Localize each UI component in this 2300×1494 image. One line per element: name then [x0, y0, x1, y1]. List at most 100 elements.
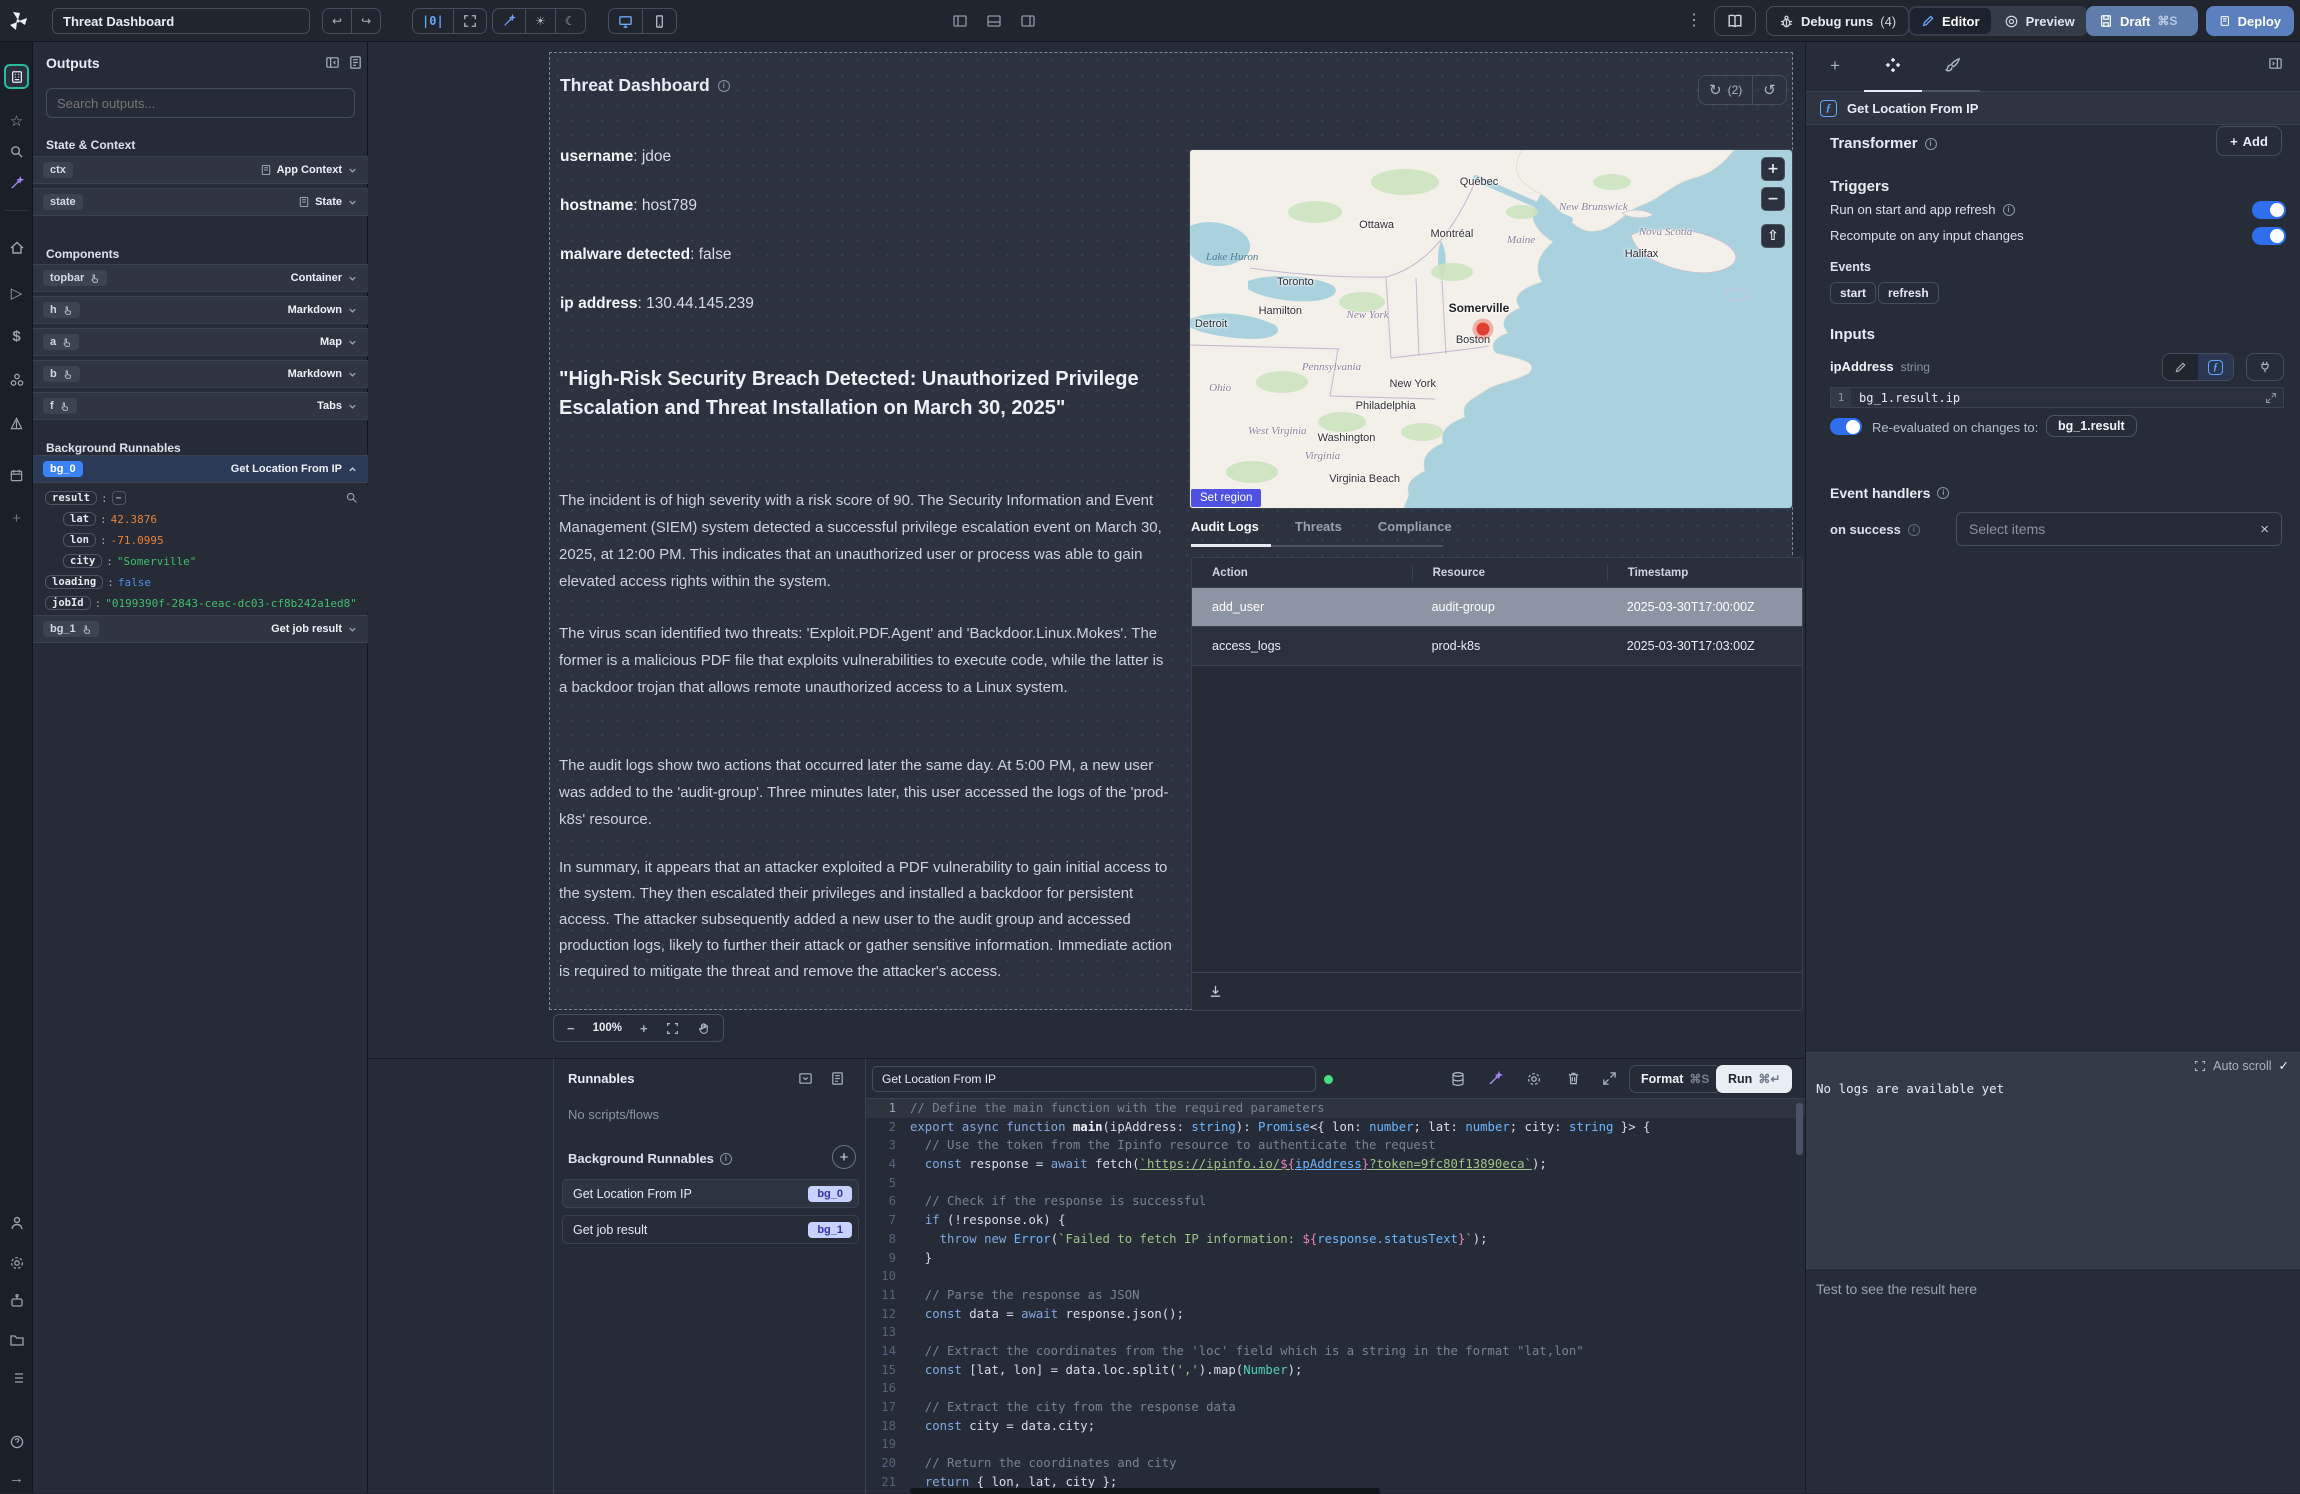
collapse-json-icon[interactable]: −: [112, 491, 126, 505]
search-outputs-input[interactable]: [46, 88, 355, 118]
diff-icon[interactable]: [0, 416, 33, 431]
expand-editor-icon[interactable]: [1602, 1071, 1617, 1086]
code-line[interactable]: 11 // Parse the response as JSON: [866, 1286, 1805, 1305]
favorites-icon[interactable]: ☆: [0, 112, 33, 130]
tab-audit-logs[interactable]: Audit Logs: [1191, 519, 1259, 534]
code-line[interactable]: 12 const data = await response.json();: [866, 1305, 1805, 1324]
dark-theme-icon[interactable]: ☾: [555, 9, 585, 33]
undo-icon[interactable]: ↩: [323, 9, 351, 33]
map-zoom-in-button[interactable]: +: [1761, 157, 1785, 181]
docs-button[interactable]: [1714, 6, 1756, 36]
event-start-chip[interactable]: start: [1830, 282, 1876, 304]
set-region-button[interactable]: Set region: [1191, 489, 1261, 507]
code-line[interactable]: 20 // Return the coordinates and city: [866, 1454, 1805, 1473]
schedules-icon[interactable]: [0, 468, 33, 483]
map-zoom-out-button[interactable]: −: [1761, 187, 1785, 211]
connect-input-icon[interactable]: [2246, 353, 2284, 381]
auto-scroll-checkbox[interactable]: ✓: [2279, 1058, 2289, 1073]
component-row-a[interactable]: a Map: [33, 328, 368, 356]
bg1-row[interactable]: bg_1 Get job result: [33, 615, 368, 643]
ai-wand-icon[interactable]: [0, 176, 33, 191]
deploy-button[interactable]: Deploy: [2206, 6, 2294, 36]
code-line[interactable]: 1// Define the main function with the re…: [866, 1099, 1805, 1118]
script-name-input[interactable]: [872, 1066, 1316, 1092]
more-menu-icon[interactable]: ⋮: [1686, 10, 1702, 30]
draft-button[interactable]: Draft ⌘S: [2086, 6, 2198, 36]
app-builder-rail-item[interactable]: [4, 64, 29, 89]
component-settings-tab[interactable]: [1884, 56, 1902, 74]
output-row-ctx[interactable]: ctx App Context: [33, 156, 368, 184]
column-resource[interactable]: Resource: [1412, 565, 1607, 581]
run-button[interactable]: Run⌘↵: [1716, 1065, 1792, 1093]
table-row[interactable]: add_user audit-group 2025-03-30T17:00:00…: [1192, 588, 1802, 627]
json-key-result[interactable]: result: [45, 491, 97, 505]
app-canvas[interactable]: Threat Dashboardi ↻(2) ↺ username: jdoe …: [549, 52, 1793, 1010]
code-line[interactable]: 9 }: [866, 1249, 1805, 1268]
collapse-runnables-icon[interactable]: [798, 1071, 813, 1086]
help-icon[interactable]: [0, 1434, 33, 1450]
code-line[interactable]: 3 // Use the token from the Ipinfo resou…: [866, 1136, 1805, 1155]
home-icon[interactable]: [0, 240, 33, 256]
light-theme-icon[interactable]: ☀: [525, 9, 555, 33]
debug-runs-button[interactable]: Debug runs (4): [1766, 6, 1909, 36]
app-title-input[interactable]: [52, 8, 310, 34]
code-line[interactable]: 5: [866, 1174, 1805, 1193]
code-line[interactable]: 16: [866, 1379, 1805, 1398]
code-line[interactable]: 18 const city = data.city;: [866, 1417, 1805, 1436]
audit-list-icon[interactable]: [0, 1370, 33, 1386]
runnable-item[interactable]: Get Location From IP bg_0: [562, 1179, 859, 1208]
database-icon[interactable]: [1450, 1071, 1466, 1087]
table-row[interactable]: access_logs prod-k8s 2025-03-30T17:03:00…: [1192, 627, 1802, 666]
map-locate-button[interactable]: ⇧: [1761, 224, 1785, 248]
doc-icon[interactable]: [830, 1071, 845, 1086]
doc-panel-icon[interactable]: [348, 55, 363, 70]
tab-compliance[interactable]: Compliance: [1378, 519, 1452, 534]
editor-settings-icon[interactable]: [1526, 1071, 1542, 1087]
mobile-view-icon[interactable]: [642, 9, 676, 33]
json-key-lon[interactable]: lon: [63, 533, 96, 547]
editor-tab[interactable]: Editor: [1910, 8, 1991, 34]
run-on-start-toggle[interactable]: [2252, 201, 2286, 219]
refresh-components-button[interactable]: ↻(2): [1699, 76, 1752, 104]
input-expression-editor[interactable]: 1 bg_1.result.ip: [1830, 387, 2284, 408]
bg0-row[interactable]: bg_0 Get Location From IP: [33, 455, 368, 483]
scale-reset-icon[interactable]: |0|: [413, 9, 453, 33]
tab-threats[interactable]: Threats: [1295, 519, 1342, 534]
settings-gear-icon[interactable]: [0, 1255, 33, 1271]
runs-icon[interactable]: ▷: [0, 284, 33, 302]
toggle-right-panel-icon[interactable]: [1020, 13, 1036, 29]
json-key-jobid[interactable]: jobId: [45, 596, 91, 610]
add-background-runnable-button[interactable]: +: [832, 1145, 856, 1169]
auto-theme-icon[interactable]: [493, 9, 525, 33]
code-line[interactable]: 6 // Check if the response is successful: [866, 1192, 1805, 1211]
component-row-f[interactable]: f Tabs: [33, 392, 368, 420]
static-mode-icon[interactable]: [2163, 354, 2198, 380]
delete-icon[interactable]: [1566, 1071, 1581, 1086]
json-key-lat[interactable]: lat: [63, 512, 96, 526]
code-line[interactable]: 19: [866, 1435, 1805, 1454]
user-icon[interactable]: [0, 1215, 33, 1231]
on-success-select[interactable]: Select items ×: [1956, 512, 2282, 546]
toggle-bottom-panel-icon[interactable]: [986, 13, 1002, 29]
expand-logs-icon[interactable]: [2194, 1060, 2206, 1072]
code-editor[interactable]: 1// Define the main function with the re…: [866, 1099, 1805, 1494]
insert-component-tab[interactable]: +: [1830, 56, 1840, 76]
preview-tab[interactable]: Preview: [1993, 8, 2086, 34]
component-row-b[interactable]: b Markdown: [33, 360, 368, 388]
add-rail-icon[interactable]: +: [0, 510, 33, 527]
column-timestamp[interactable]: Timestamp: [1607, 565, 1802, 581]
code-line[interactable]: 17 // Extract the city from the response…: [866, 1398, 1805, 1417]
code-line[interactable]: 15 const [lat, lon] = data.loc.split(','…: [866, 1361, 1805, 1380]
ai-assist-icon[interactable]: [1487, 1071, 1503, 1087]
toggle-left-panel-icon[interactable]: [952, 13, 968, 29]
redo-icon[interactable]: ↪: [351, 9, 380, 33]
code-line[interactable]: 4 const response = await fetch(`https://…: [866, 1155, 1805, 1174]
code-line[interactable]: 8 throw new Error(`Failed to fetch IP in…: [866, 1230, 1805, 1249]
map-component[interactable]: QuébecNew BrunswickOttawaMontréalMaineNo…: [1189, 149, 1793, 509]
vertical-scrollbar[interactable]: [1796, 1103, 1803, 1155]
fit-view-icon[interactable]: [453, 9, 486, 33]
component-row-h[interactable]: h Markdown: [33, 296, 368, 324]
code-line[interactable]: 14 // Extract the coordinates from the '…: [866, 1342, 1805, 1361]
jobs-history-button[interactable]: ↺: [1752, 76, 1786, 104]
runnable-item[interactable]: Get job result bg_1: [562, 1215, 859, 1244]
